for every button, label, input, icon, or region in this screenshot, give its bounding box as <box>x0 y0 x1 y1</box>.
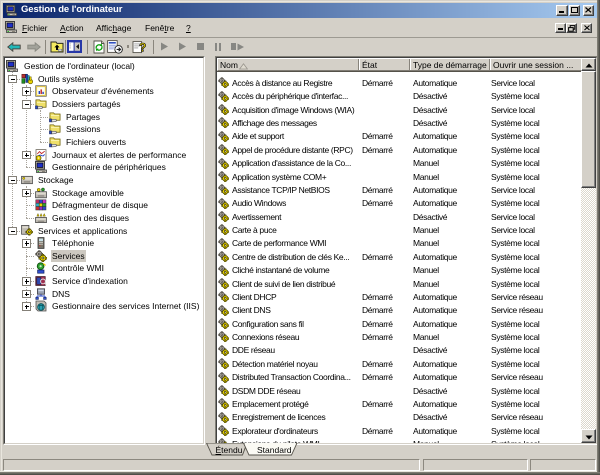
svg-text:?: ? <box>139 40 146 53</box>
